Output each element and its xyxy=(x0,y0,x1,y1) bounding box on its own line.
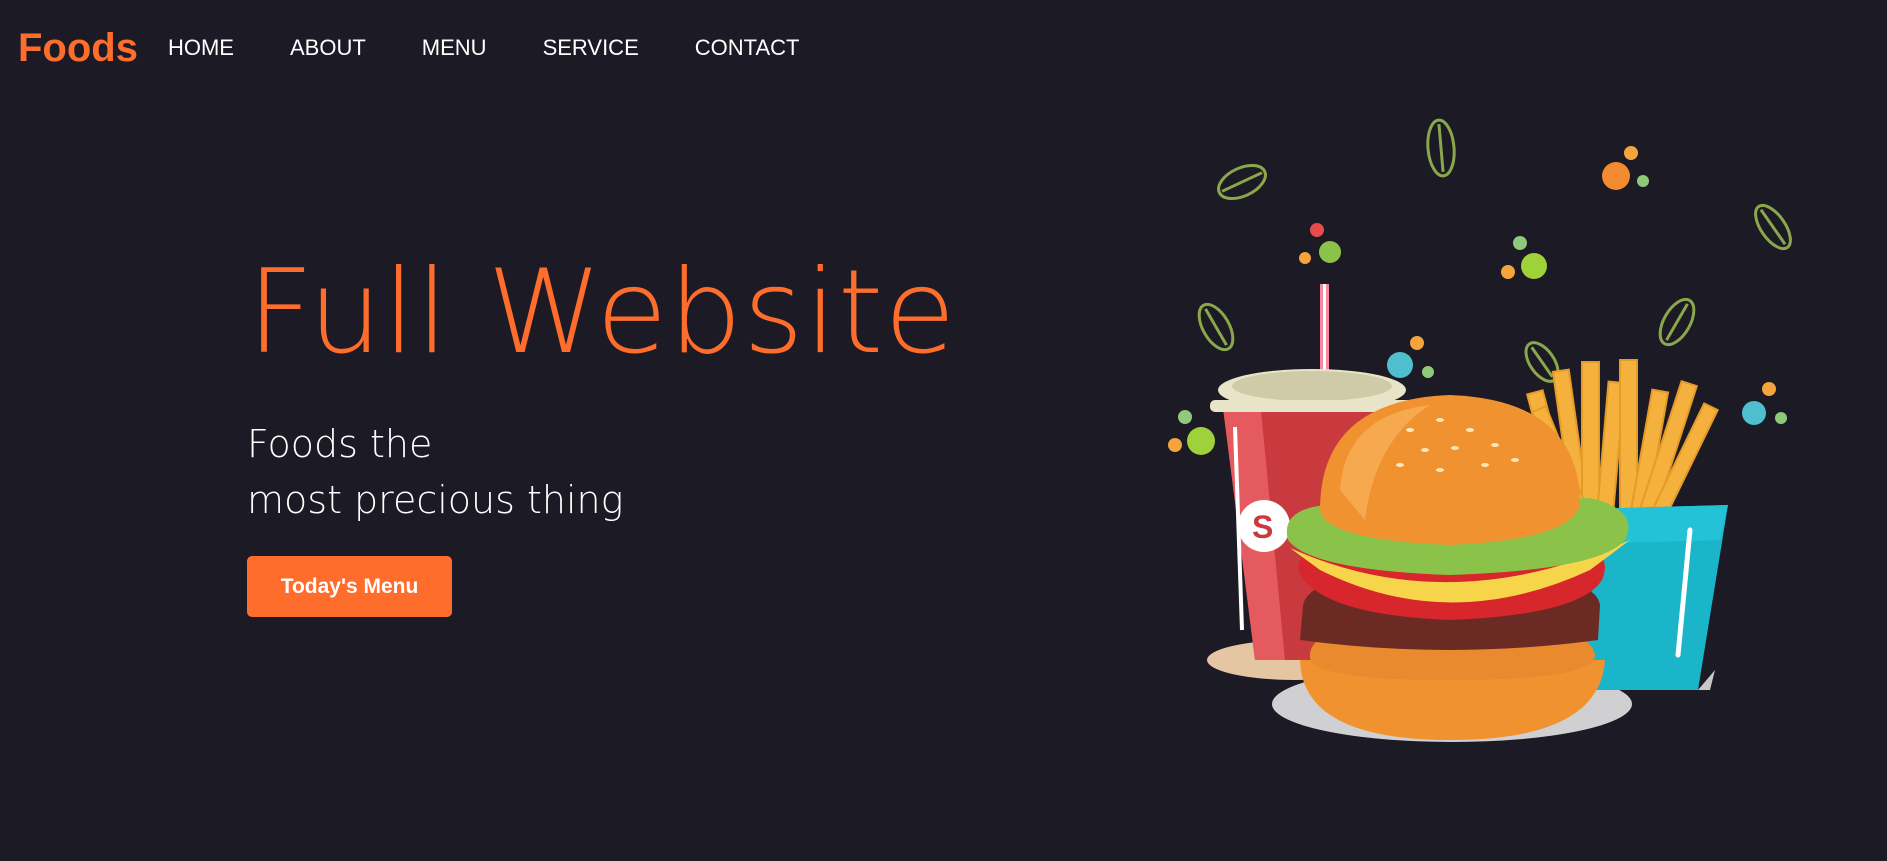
nav-link-menu[interactable]: MENU xyxy=(422,35,487,61)
hero-title: Full Website xyxy=(247,245,957,380)
nav-link-home[interactable]: HOME xyxy=(168,35,234,61)
page: Foods HOME ABOUT MENU SERVICE CONTACT Fu… xyxy=(0,0,1887,861)
nav-item-menu: MENU xyxy=(422,35,487,61)
fast-food-illustration: S xyxy=(1168,118,1792,742)
brand-logo[interactable]: Foods xyxy=(18,26,138,71)
hero-subtitle-line-2: most precious thing xyxy=(247,478,624,522)
todays-menu-button[interactable]: Today's Menu xyxy=(247,556,452,617)
nav-item-home: HOME xyxy=(168,35,234,61)
hero-subtitle-line-1: Foods the xyxy=(247,422,433,466)
nav-item-about: ABOUT xyxy=(290,35,366,61)
svg-text:S: S xyxy=(1252,509,1273,545)
nav-link-service[interactable]: SERVICE xyxy=(543,35,639,61)
hero-section: Full Website Foods the most precious thi… xyxy=(247,255,957,617)
nav-link-contact[interactable]: CONTACT xyxy=(695,35,800,61)
nav-link-about[interactable]: ABOUT xyxy=(290,35,366,61)
top-navbar: Foods HOME ABOUT MENU SERVICE CONTACT xyxy=(18,24,799,72)
nav-item-service: SERVICE xyxy=(543,35,639,61)
nav-item-contact: CONTACT xyxy=(695,35,800,61)
hero-subtitle: Foods the most precious thing xyxy=(247,416,957,528)
nav-menu: HOME ABOUT MENU SERVICE CONTACT xyxy=(168,35,799,61)
